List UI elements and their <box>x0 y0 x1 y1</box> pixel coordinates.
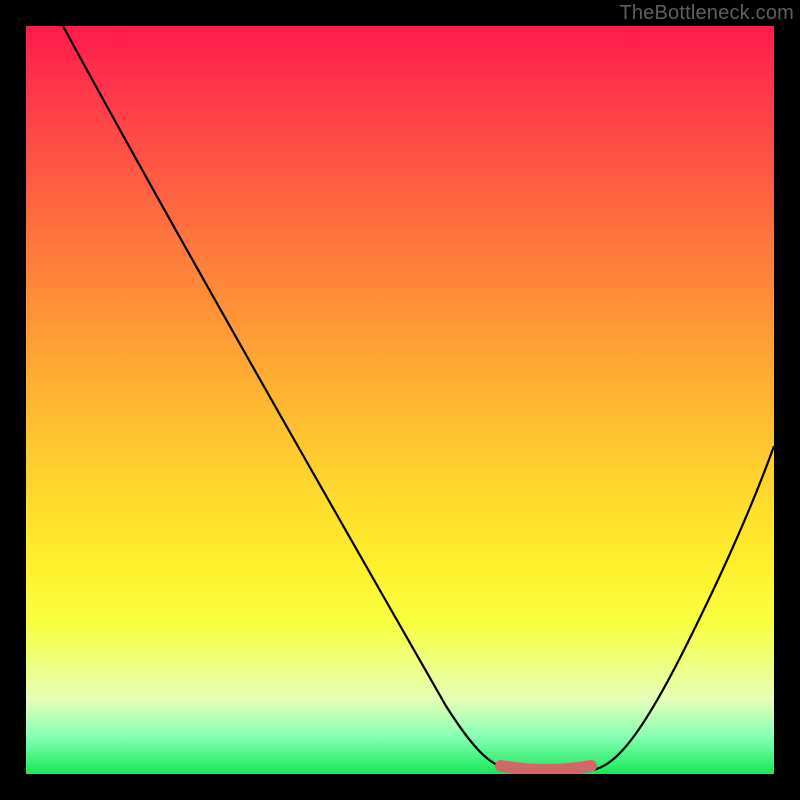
chart-svg <box>26 26 774 774</box>
chart-frame: TheBottleneck.com <box>0 0 800 800</box>
bottleneck-curve <box>63 26 774 771</box>
optimal-range-marker <box>501 766 591 770</box>
attribution-label: TheBottleneck.com <box>619 2 794 25</box>
